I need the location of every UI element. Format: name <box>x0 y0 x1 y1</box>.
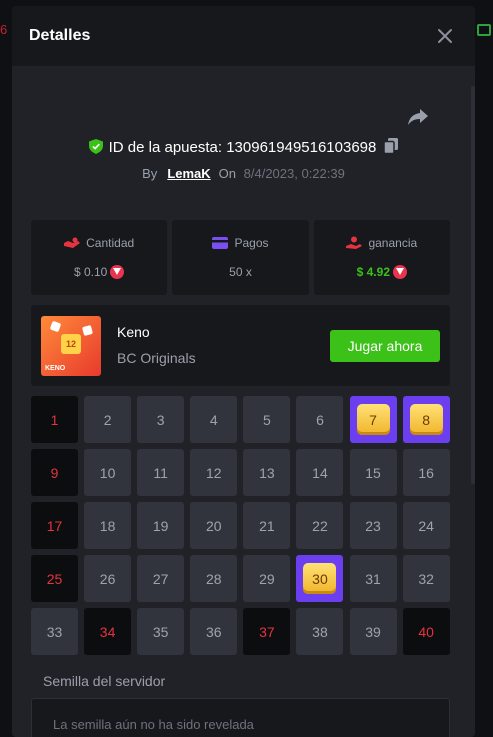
keno-cell[interactable]: 25 <box>31 555 78 602</box>
bet-id-row: ID de la apuesta: 130961949516103698 <box>12 138 475 158</box>
copy-icon[interactable] <box>383 138 399 158</box>
keno-cell[interactable]: 37 <box>243 608 291 655</box>
game-card: 12 KENO Keno BC Originals Jugar ahora <box>31 305 450 386</box>
by-label: By <box>142 166 158 181</box>
keno-cell[interactable]: 21 <box>243 502 291 549</box>
bet-id-label: ID de la apuesta: <box>108 139 223 156</box>
trx-coin-icon <box>110 265 125 279</box>
keno-cell[interactable]: 10 <box>84 449 132 496</box>
stat-profit-value: $ 4.92 <box>356 265 390 279</box>
stat-payout-label: Pagos <box>234 236 269 250</box>
stat-amount-label: Cantidad <box>86 236 135 250</box>
keno-cell[interactable]: 17 <box>31 502 78 549</box>
keno-cell[interactable]: 38 <box>296 608 344 655</box>
keno-cell[interactable]: 27 <box>137 555 185 602</box>
thumbnail-tile: 12 <box>61 334 81 354</box>
keno-cell[interactable]: 8 <box>402 396 450 443</box>
game-name: Keno <box>117 324 150 340</box>
server-seed-text: La semilla aún no ha sido revelada <box>53 717 254 732</box>
dice-icon <box>81 324 94 337</box>
share-icon[interactable] <box>407 107 429 127</box>
bet-stats: Cantidad $ 0.10 Pagos 50 x ganancia $ 4.… <box>31 220 450 295</box>
keno-cell[interactable]: 2 <box>84 396 132 443</box>
bet-id-value: 130961949516103698 <box>226 139 377 156</box>
shield-check-icon <box>88 139 103 158</box>
keno-thumbnail[interactable]: 12 KENO <box>41 316 101 376</box>
keno-grid: 1 2 3 4 5 6 7 8 9 10 11 12 13 14 15 16 17 18 19 20 21 22 23 24 2… <box>31 396 450 655</box>
background-fragment: 6 <box>0 22 8 37</box>
keno-cell[interactable]: 39 <box>349 608 397 655</box>
stat-amount: Cantidad $ 0.10 <box>31 220 168 295</box>
close-icon[interactable] <box>435 26 455 46</box>
keno-cell[interactable]: 26 <box>84 555 132 602</box>
keno-cell[interactable]: 7 <box>349 396 397 443</box>
keno-cell[interactable]: 13 <box>243 449 291 496</box>
background-icon <box>477 24 491 36</box>
bet-details-modal: Detalles ID de la apuesta: 1309619495161… <box>12 6 475 737</box>
keno-cell[interactable]: 15 <box>349 449 397 496</box>
stat-profit-label: ganancia <box>368 236 418 250</box>
keno-cell[interactable]: 5 <box>243 396 291 443</box>
user-money-icon <box>346 236 363 249</box>
game-provider: BC Originals <box>117 350 196 366</box>
modal-title: Detalles <box>29 27 91 44</box>
bet-date: 8/4/2023, 0:22:39 <box>243 166 345 181</box>
keno-cell[interactable]: 19 <box>137 502 185 549</box>
keno-cell[interactable]: 31 <box>349 555 397 602</box>
server-seed-label: Semilla del servidor <box>43 673 166 689</box>
keno-cell[interactable]: 11 <box>137 449 185 496</box>
stat-amount-value: $ 0.10 <box>73 265 108 279</box>
keno-cell[interactable]: 34 <box>84 608 132 655</box>
keno-cell[interactable]: 40 <box>402 608 450 655</box>
keno-cell-number: 30 <box>303 563 337 594</box>
keno-cell[interactable]: 3 <box>137 396 185 443</box>
keno-cell-number: 8 <box>409 404 443 435</box>
trx-coin-icon <box>393 265 407 279</box>
keno-cell[interactable]: 6 <box>296 396 344 443</box>
keno-cell[interactable]: 22 <box>296 502 344 549</box>
bet-author-row: By LemaK On 8/4/2023, 0:22:39 <box>12 166 475 181</box>
keno-cell[interactable]: 30 <box>296 555 344 602</box>
keno-cell[interactable]: 29 <box>243 555 291 602</box>
modal-header: Detalles <box>12 6 475 66</box>
play-now-button[interactable]: Jugar ahora <box>330 330 440 362</box>
stat-profit: ganancia $ 4.92 <box>313 220 450 295</box>
keno-cell[interactable]: 18 <box>84 502 132 549</box>
dice-icon <box>49 320 62 333</box>
thumbnail-label: KENO <box>45 365 66 372</box>
keno-cell[interactable]: 9 <box>31 449 78 496</box>
keno-cell[interactable]: 35 <box>137 608 185 655</box>
keno-cell[interactable]: 16 <box>402 449 450 496</box>
on-label: On <box>218 166 237 181</box>
keno-cell[interactable]: 1 <box>31 396 78 443</box>
keno-cell[interactable]: 24 <box>402 502 450 549</box>
server-seed-field[interactable]: La semilla aún no ha sido revelada <box>31 698 450 737</box>
stat-payout-value: 50 x <box>229 265 252 279</box>
keno-cell[interactable]: 36 <box>190 608 238 655</box>
keno-cell-number: 7 <box>356 404 390 435</box>
hand-coin-icon <box>64 237 81 248</box>
keno-cell[interactable]: 23 <box>349 502 397 549</box>
keno-cell[interactable]: 32 <box>402 555 450 602</box>
keno-cell[interactable]: 14 <box>296 449 344 496</box>
user-link[interactable]: LemaK <box>167 166 210 181</box>
keno-cell[interactable]: 4 <box>190 396 238 443</box>
stat-payout: Pagos 50 x <box>172 220 309 295</box>
keno-cell[interactable]: 20 <box>190 502 238 549</box>
card-icon <box>212 237 229 249</box>
keno-cell[interactable]: 33 <box>31 608 78 655</box>
keno-cell[interactable]: 12 <box>190 449 238 496</box>
keno-cell[interactable]: 28 <box>190 555 238 602</box>
